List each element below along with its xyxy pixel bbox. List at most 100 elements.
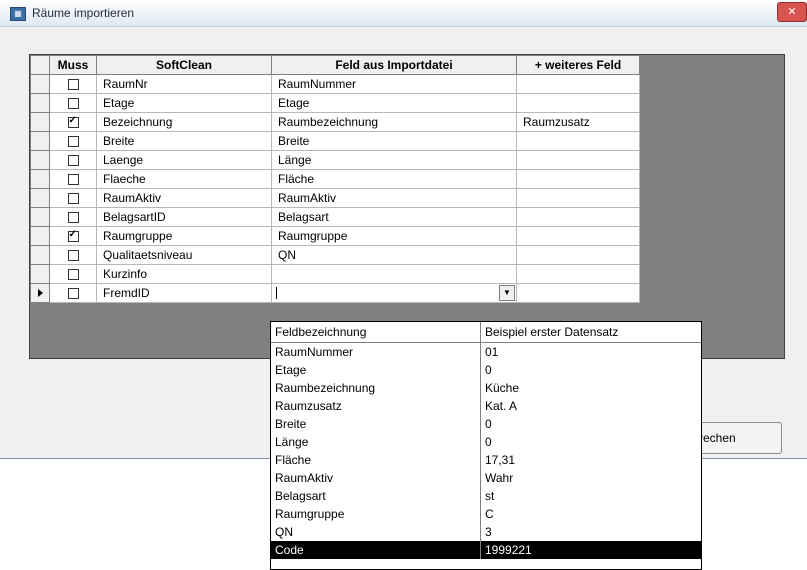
muss-cell <box>49 245 97 265</box>
dropdown-option-field: Belagsart <box>271 487 481 505</box>
column-header-import-field[interactable]: Feld aus Importdatei <box>271 55 517 75</box>
extra-field-cell[interactable] <box>516 245 640 265</box>
softclean-field-cell: RaumAktiv <box>96 188 272 208</box>
record-selector[interactable] <box>30 74 50 94</box>
dropdown-option[interactable]: RaumNummer 01 <box>271 342 701 361</box>
muss-checkbox[interactable] <box>67 269 79 281</box>
import-field-cell[interactable]: RaumNummer <box>271 74 517 94</box>
dropdown-option-example: Küche <box>485 381 520 395</box>
grid-row[interactable]: BezeichnungRaumbezeichnungRaumzusatz <box>30 112 640 132</box>
extra-field-cell[interactable] <box>516 169 640 189</box>
record-selector[interactable] <box>30 226 50 246</box>
mapping-grid: Muss SoftClean Feld aus Importdatei + we… <box>29 54 785 359</box>
record-selector[interactable] <box>30 169 50 189</box>
cancel-button[interactable]: rechen <box>690 422 782 454</box>
grid-row[interactable]: RaumAktiv RaumAktiv <box>30 188 640 208</box>
muss-checkbox[interactable] <box>67 79 79 91</box>
muss-checkbox[interactable] <box>67 250 79 262</box>
dropdown-option[interactable]: RaumAktiv Wahr <box>271 469 701 487</box>
muss-checkbox[interactable] <box>67 98 79 110</box>
close-icon: ✕ <box>787 6 797 18</box>
softclean-field-cell: Bezeichnung <box>96 112 272 132</box>
extra-field-cell[interactable] <box>516 74 640 94</box>
dropdown-option[interactable]: Breite 0 <box>271 415 701 433</box>
softclean-field-cell: Kurzinfo <box>96 264 272 284</box>
dropdown-option[interactable]: Raumzusatz Kat. A <box>271 397 701 415</box>
grid-row[interactable]: Breite Breite <box>30 131 640 151</box>
dropdown-arrow-icon[interactable]: ▼ <box>499 285 515 301</box>
dropdown-option[interactable]: Fläche 17,31 <box>271 451 701 469</box>
extra-field-cell[interactable]: Raumzusatz <box>516 112 640 132</box>
column-header-softclean[interactable]: SoftClean <box>96 55 272 75</box>
record-selector-header <box>30 55 50 75</box>
grid-row[interactable]: Qualitaetsniveau QN <box>30 245 640 265</box>
close-button[interactable]: ✕ <box>777 2 807 22</box>
dropdown-option[interactable]: Raumgruppe C <box>271 505 701 523</box>
extra-field-cell[interactable] <box>516 188 640 208</box>
record-selector[interactable] <box>30 264 50 284</box>
record-selector[interactable] <box>30 207 50 227</box>
muss-checkbox[interactable] <box>67 193 79 205</box>
extra-field-cell[interactable] <box>516 283 640 303</box>
extra-field-cell[interactable] <box>516 150 640 170</box>
record-selector[interactable] <box>30 188 50 208</box>
dropdown-option-example: 0 <box>485 417 492 431</box>
extra-field-cell[interactable] <box>516 226 640 246</box>
dropdown-header-field: Feldbezeichnung <box>271 322 481 343</box>
import-field-cell[interactable]: QN <box>271 245 517 265</box>
dropdown-option-example: 01 <box>485 345 499 359</box>
grid-row[interactable]: Flaeche Fläche <box>30 169 640 189</box>
grid-row[interactable]: RaumgruppeRaumgruppe <box>30 226 640 246</box>
dropdown-option-example: 1999221 <box>480 541 701 559</box>
softclean-field-cell: RaumNr <box>96 74 272 94</box>
dropdown-header-example: Beispiel erster Datensatz <box>480 322 701 343</box>
current-record-arrow-icon <box>37 289 43 297</box>
import-field-cell[interactable]: Länge <box>271 150 517 170</box>
import-field-cell[interactable]: RaumAktiv <box>271 188 517 208</box>
dropdown-option[interactable]: Etage 0 <box>271 361 701 379</box>
import-field-cell[interactable]: Raumgruppe <box>271 226 517 246</box>
record-selector[interactable] <box>30 112 50 132</box>
extra-field-cell[interactable] <box>516 131 640 151</box>
import-field-cell[interactable]: Breite <box>271 131 517 151</box>
dropdown-option-field: Breite <box>271 415 481 433</box>
grid-row[interactable]: FremdID ▼ <box>30 283 640 303</box>
extra-field-cell[interactable] <box>516 93 640 113</box>
record-selector[interactable] <box>30 150 50 170</box>
muss-checkbox[interactable] <box>67 155 79 167</box>
record-selector[interactable] <box>30 283 50 303</box>
muss-checkbox[interactable] <box>67 115 79 129</box>
dropdown-option[interactable]: Länge 0 <box>271 433 701 451</box>
muss-checkbox[interactable] <box>67 288 79 300</box>
window-title: Räume importieren <box>32 6 135 20</box>
import-field-cell[interactable]: Raumbezeichnung <box>271 112 517 132</box>
dropdown-option[interactable]: Code 1999221 <box>271 541 701 559</box>
dropdown-option[interactable]: QN 3 <box>271 523 701 541</box>
column-header-extra-field[interactable]: + weiteres Feld <box>516 55 640 75</box>
dropdown-option-field: RaumNummer <box>271 342 481 361</box>
grid-row[interactable]: Kurzinfo <box>30 264 640 284</box>
grid-row[interactable]: Laenge Länge <box>30 150 640 170</box>
extra-field-cell[interactable] <box>516 264 640 284</box>
import-field-cell[interactable]: Fläche <box>271 169 517 189</box>
grid-row[interactable]: BelagsartID Belagsart <box>30 207 640 227</box>
record-selector[interactable] <box>30 93 50 113</box>
muss-checkbox[interactable] <box>67 229 79 243</box>
dropdown-option[interactable]: Raumbezeichnung Küche <box>271 379 701 397</box>
dropdown-option-example: st <box>485 489 495 503</box>
extra-field-cell[interactable] <box>516 207 640 227</box>
record-selector[interactable] <box>30 131 50 151</box>
grid-row[interactable]: Etage Etage <box>30 93 640 113</box>
grid-row[interactable]: RaumNr RaumNummer <box>30 74 640 94</box>
import-field-cell[interactable] <box>271 264 517 284</box>
record-selector[interactable] <box>30 245 50 265</box>
import-field-cell[interactable]: ▼ <box>271 283 517 303</box>
column-header-muss[interactable]: Muss <box>49 55 97 75</box>
dropdown-option[interactable]: Belagsart st <box>271 487 701 505</box>
muss-checkbox[interactable] <box>67 212 79 224</box>
import-field-cell[interactable]: Etage <box>271 93 517 113</box>
muss-checkbox[interactable] <box>67 174 79 186</box>
muss-checkbox[interactable] <box>67 136 79 148</box>
import-field-dropdown-list[interactable]: Feldbezeichnung Beispiel erster Datensat… <box>270 321 702 570</box>
import-field-cell[interactable]: Belagsart <box>271 207 517 227</box>
